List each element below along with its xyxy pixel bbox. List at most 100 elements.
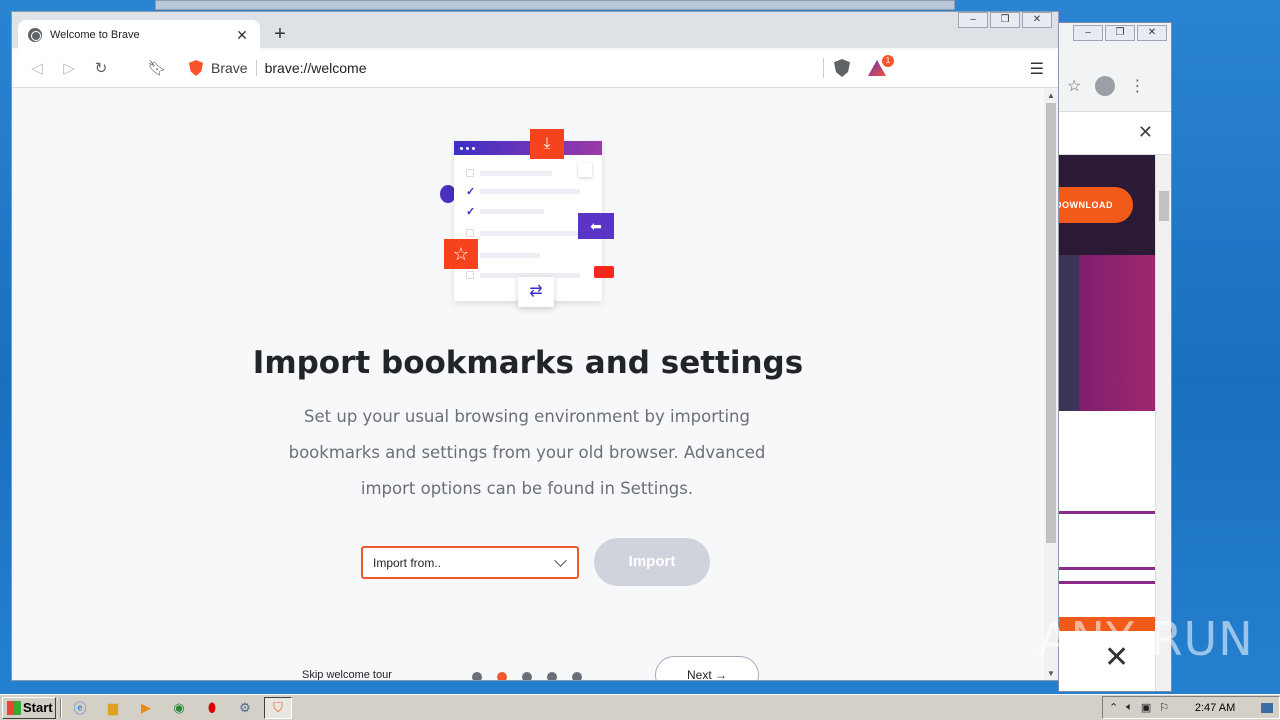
network-icon[interactable]: ▣ <box>1141 701 1151 714</box>
card-header <box>454 141 602 155</box>
bookmark-star-icon[interactable]: ☆ <box>1067 76 1081 96</box>
tray-expand-icon[interactable]: ⌃ <box>1109 701 1118 714</box>
profile-avatar-icon[interactable] <box>1095 76 1116 96</box>
background-hero: DOWNLOAD <box>1059 155 1155 411</box>
brave-rewards-icon[interactable]: 1 <box>868 55 894 76</box>
welcome-page: ✓ ✓ ⤓ ⬅ ☆ ⇄ Import bookmarks and setting… <box>12 89 1044 680</box>
step-indicator <box>472 672 582 680</box>
chevron-down-icon <box>554 553 567 567</box>
decor-pill <box>594 266 614 278</box>
action-center-flag-icon[interactable]: ⚐ <box>1159 701 1169 714</box>
chrome-icon[interactable]: ◉ <box>165 697 193 719</box>
opera-icon[interactable]: ⬮ <box>198 697 226 719</box>
divider <box>823 58 824 78</box>
import-from-select[interactable]: Import from.. <box>361 546 579 579</box>
back-icon[interactable]: ◁ <box>26 58 48 80</box>
step-dot[interactable] <box>522 672 532 680</box>
divider <box>60 697 62 718</box>
start-label: Start <box>23 699 53 715</box>
background-scrollbar[interactable] <box>1155 155 1171 691</box>
bookmark-icon[interactable]: 🔖︎ <box>146 58 168 80</box>
background-screenshot-strip <box>1059 255 1079 411</box>
card-row <box>466 229 580 237</box>
brave-browser-window: Welcome to Brave ✕ + – ❐ ✕ ◁ ▷ ↻ 🔖︎ Brav… <box>11 11 1059 681</box>
step-dot[interactable] <box>547 672 557 680</box>
clock[interactable]: 2:47 AM <box>1195 702 1235 714</box>
scroll-thumb[interactable] <box>1046 103 1056 543</box>
rewards-badge: 1 <box>882 55 894 67</box>
step-dot[interactable] <box>472 672 482 680</box>
url-text[interactable]: brave://welcome <box>257 60 823 76</box>
brave-logo-icon <box>189 60 203 76</box>
restore-button[interactable]: ❐ <box>990 12 1020 28</box>
show-desktop-icon[interactable] <box>1261 702 1273 713</box>
start-button[interactable]: Start <box>2 696 56 719</box>
background-toolbar: ☆ ⋮ <box>1059 69 1171 103</box>
infobar-close-icon[interactable]: ✕ <box>1138 122 1153 143</box>
import-button[interactable]: Import <box>594 538 710 586</box>
divider <box>1059 567 1155 570</box>
watermark-close-icon[interactable]: ✕ <box>1104 640 1129 675</box>
background-hero-gradient <box>1079 255 1155 411</box>
import-illustration: ✓ ✓ ⤓ ⬅ ☆ ⇄ <box>430 129 630 319</box>
decor-square <box>578 163 592 177</box>
background-window-edge <box>155 0 955 10</box>
window-controls: – ❐ ✕ <box>958 12 1052 28</box>
scroll-up-icon[interactable]: ▲ <box>1044 91 1058 100</box>
anyrun-watermark: ANY RUN <box>1038 612 1254 666</box>
page-title: Import bookmarks and settings <box>252 345 804 381</box>
program-icon[interactable]: ⚙ <box>231 697 259 719</box>
volume-icon[interactable]: 🔈︎ <box>1126 701 1133 714</box>
step-dot-active[interactable] <box>497 672 507 680</box>
card-row: ✓ <box>466 206 544 218</box>
swap-arrows-icon: ⇄ <box>518 277 554 307</box>
card-row: ✓ <box>466 186 580 198</box>
background-infobar: ✕ <box>1059 111 1171 155</box>
browser-toolbar: ◁ ▷ ↻ 🔖︎ Brave brave://welcome 1 ☰ <box>12 50 1058 88</box>
explorer-folder-icon[interactable]: ▆ <box>99 697 127 719</box>
brave-shields-icon[interactable] <box>834 59 850 77</box>
next-button[interactable]: Next → <box>655 656 759 680</box>
close-button[interactable]: ✕ <box>1022 12 1052 28</box>
page-description: Set up your usual browsing environment b… <box>288 407 766 498</box>
brave-taskbar-icon[interactable]: ⛉ <box>264 696 292 719</box>
background-page-content: DOWNLOAD <box>1059 155 1155 691</box>
minimize-button[interactable]: – <box>958 12 988 28</box>
hamburger-menu-icon[interactable]: ☰ <box>1030 59 1044 79</box>
address-bar[interactable]: Brave brave://welcome 1 <box>179 54 894 82</box>
page-scrollbar[interactable]: ▲ ▼ <box>1044 89 1058 680</box>
tour-footer: Skip welcome tour Next → <box>12 656 1044 680</box>
import-select-value: Import from.. <box>373 555 442 570</box>
desktop: – ❐ ✕ ☆ ⋮ ✕ DOWNLOAD Welcome to Brave ✕ … <box>0 0 1280 694</box>
bg-close-button[interactable]: ✕ <box>1137 25 1167 41</box>
tab-welcome[interactable]: Welcome to Brave ✕ <box>18 20 260 50</box>
omnibox-brand: Brave <box>211 60 257 76</box>
new-tab-button[interactable]: + <box>270 24 290 44</box>
globe-icon <box>28 28 42 42</box>
system-tray: ⌃ 🔈︎ ▣ ⚐ 2:47 AM <box>1102 696 1280 719</box>
bg-restore-button[interactable]: ❐ <box>1105 25 1135 41</box>
card-row <box>466 169 552 177</box>
reload-icon[interactable]: ↻ <box>90 58 112 80</box>
background-browser-window[interactable]: – ❐ ✕ ☆ ⋮ ✕ DOWNLOAD <box>1058 22 1172 692</box>
media-player-icon[interactable]: ▶ <box>132 697 160 719</box>
tab-title: Welcome to Brave <box>50 29 140 41</box>
scroll-down-icon[interactable]: ▼ <box>1044 669 1058 678</box>
skip-tour-link[interactable]: Skip welcome tour <box>302 669 392 680</box>
taskbar: Start ⓔ ▆ ▶ ◉ ⬮ ⚙ ⛉ ⌃ 🔈︎ ▣ ⚐ 2:47 AM <box>0 694 1280 720</box>
star-icon: ☆ <box>444 239 478 269</box>
tray-icons: ⌃ 🔈︎ ▣ ⚐ <box>1109 701 1169 714</box>
background-download-button[interactable]: DOWNLOAD <box>1059 187 1133 223</box>
divider <box>1059 511 1155 514</box>
windows-logo-icon <box>7 700 21 715</box>
tab-close-icon[interactable]: ✕ <box>234 27 250 44</box>
ie-icon[interactable]: ⓔ <box>66 697 94 719</box>
forward-icon[interactable]: ▷ <box>58 58 80 80</box>
background-scroll-thumb[interactable] <box>1159 191 1169 221</box>
tab-strip: Welcome to Brave ✕ + – ❐ ✕ <box>12 12 1058 50</box>
divider <box>1059 581 1155 584</box>
background-window-controls: – ❐ ✕ <box>1073 25 1167 41</box>
bg-minimize-button[interactable]: – <box>1073 25 1103 41</box>
more-menu-icon[interactable]: ⋮ <box>1129 76 1145 96</box>
step-dot[interactable] <box>572 672 582 680</box>
